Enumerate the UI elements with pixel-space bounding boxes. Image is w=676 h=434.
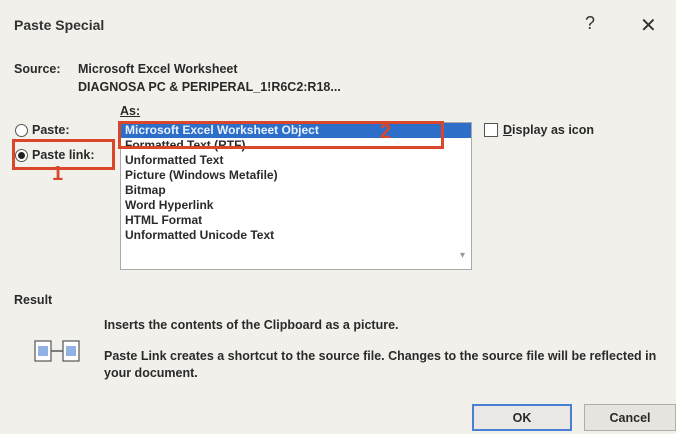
paste-radio[interactable]: Paste:: [15, 123, 70, 137]
as-label: As:: [120, 104, 141, 118]
list-item[interactable]: Unformatted Unicode Text: [121, 228, 471, 243]
paste-radio-label: Paste:: [32, 123, 70, 137]
radio-icon: [15, 123, 28, 137]
callout-number-1: 1: [52, 163, 64, 185]
list-item[interactable]: Bitmap: [121, 183, 471, 198]
scroll-down-icon[interactable]: ▾: [460, 250, 465, 261]
display-as-icon-checkbox[interactable]: Display as icon: [484, 123, 594, 137]
source-app: Microsoft Excel Worksheet: [78, 62, 238, 76]
source-label: Source:: [14, 62, 61, 76]
title-bar: Paste Special ? ✕: [0, 0, 676, 44]
display-as-icon-accel: D: [503, 123, 513, 137]
display-as-icon-label: isplay as icon: [512, 123, 595, 137]
callout-box-2: [118, 121, 444, 149]
checkbox-icon: [484, 123, 498, 137]
list-item[interactable]: Picture (Windows Metafile): [121, 168, 471, 183]
paste-link-result-icon: [34, 340, 80, 362]
result-label: Result: [14, 293, 53, 307]
help-button[interactable]: ?: [585, 13, 595, 34]
list-item[interactable]: Word Hyperlink: [121, 198, 471, 213]
paste-special-dialog: Paste Special ? ✕ Source: Microsoft Exce…: [0, 0, 676, 434]
source-range: DIAGNOSA PC & PERIPERAL_1!R6C2:R18...: [78, 80, 341, 94]
list-item[interactable]: Unformatted Text: [121, 153, 471, 168]
callout-number-2: 2: [380, 121, 392, 143]
list-item[interactable]: HTML Format: [121, 213, 471, 228]
dialog-title: Paste Special: [14, 17, 105, 33]
cancel-button[interactable]: Cancel: [584, 404, 676, 431]
ok-button[interactable]: OK: [472, 404, 572, 431]
callout-box-1: [12, 139, 115, 170]
close-button[interactable]: ✕: [640, 13, 657, 38]
result-link-description: Paste Link creates a shortcut to the sou…: [104, 349, 657, 380]
result-description: Inserts the contents of the Clipboard as…: [104, 318, 399, 332]
